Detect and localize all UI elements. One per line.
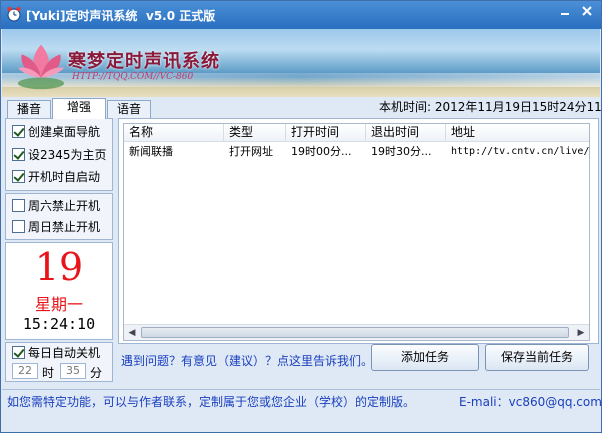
current-time-value: 2012年11月19日15时24分11秒 xyxy=(434,100,602,114)
option-set-homepage-label: 设2345为主页 xyxy=(28,148,107,162)
horizontal-scrollbar[interactable]: ◀ ▶ xyxy=(124,324,589,340)
scroll-right-icon[interactable]: ▶ xyxy=(573,325,589,340)
checkbox-set-homepage[interactable] xyxy=(12,148,25,161)
column-name[interactable]: 名称 xyxy=(124,124,224,142)
options-panel: 创建桌面导航 设2345为主页 开机时自启动 周六禁止开机 周日禁止开机 19 … xyxy=(5,118,113,385)
checkbox-desktop-nav[interactable] xyxy=(12,125,25,138)
column-address[interactable]: 地址 xyxy=(446,124,589,142)
close-button[interactable] xyxy=(576,4,598,22)
scroll-left-icon[interactable]: ◀ xyxy=(124,325,140,340)
column-exit-time[interactable]: 退出时间 xyxy=(366,124,446,142)
cell-address: http://tv.cntv.cn/live/ xyxy=(451,146,589,157)
alarm-clock-icon xyxy=(7,7,21,22)
feedback-link[interactable]: 遇到问题？有意见（建议）？点这里告诉我们。 xyxy=(121,352,373,369)
weekday: 星期一 xyxy=(34,295,83,314)
option-no-saturday[interactable]: 周六禁止开机 xyxy=(12,198,100,214)
option-set-homepage[interactable]: 设2345为主页 xyxy=(12,147,107,163)
close-icon xyxy=(582,6,592,16)
date-display: 19 星期一 15:24:10 xyxy=(5,242,113,340)
title-bar[interactable]: [Yuki]定时声讯系统 v5.0 正式版 xyxy=(1,1,601,29)
weekend-options-group: 周六禁止开机 周日禁止开机 xyxy=(5,193,113,240)
cell-name: 新闻联播 xyxy=(129,145,173,158)
checkbox-auto-shutdown[interactable] xyxy=(12,346,25,359)
current-time: 本机时间: 2012年11月19日15时24分11秒 xyxy=(379,98,602,115)
cell-type: 打开网址 xyxy=(229,145,273,158)
window-version: v5.0 正式版 xyxy=(146,9,216,23)
task-panel: 名称 类型 打开时间 退出时间 地址 新闻联播 打开网址 19时00分... 1… xyxy=(118,118,599,344)
tab-enhance[interactable]: 增强 xyxy=(52,98,106,119)
task-list-header: 名称 类型 打开时间 退出时间 地址 xyxy=(124,124,589,142)
window-title: [Yuki]定时声讯系统 xyxy=(26,9,138,23)
save-task-button[interactable]: 保存当前任务 xyxy=(485,344,589,371)
option-no-saturday-label: 周六禁止开机 xyxy=(28,199,101,213)
scroll-thumb[interactable] xyxy=(141,327,569,338)
banner: 寒梦定时声讯系统 HTTP://TQQ.COM//VC-860 xyxy=(2,29,600,97)
day-number: 19 xyxy=(34,245,84,289)
status-bar: 如您需特定功能，可以与作者联系，定制属于您或您企业（学校）的定制版。 E-mal… xyxy=(2,389,602,410)
banner-url: HTTP://TQQ.COM//VC-860 xyxy=(72,72,194,82)
tab-broadcast[interactable]: 播音 xyxy=(7,100,51,118)
shutdown-hour-unit: 时 xyxy=(42,366,55,380)
cell-open-time: 19时00分... xyxy=(291,145,352,158)
cell-exit-time: 19时30分... xyxy=(371,145,432,158)
minimize-icon xyxy=(561,13,569,15)
option-no-sunday[interactable]: 周日禁止开机 xyxy=(12,219,100,235)
column-open-time[interactable]: 打开时间 xyxy=(286,124,366,142)
tab-voice[interactable]: 语音 xyxy=(107,100,151,118)
shutdown-minute-unit: 分 xyxy=(90,366,103,380)
option-autostart-label: 开机时自启动 xyxy=(28,170,101,184)
task-list[interactable]: 名称 类型 打开时间 退出时间 地址 新闻联播 打开网址 19时00分... 1… xyxy=(123,123,590,341)
status-email[interactable]: E-mali：vc860@qq.com xyxy=(459,393,602,410)
shutdown-minute-input[interactable]: 35 xyxy=(60,363,86,379)
startup-options-group: 创建桌面导航 设2345为主页 开机时自启动 xyxy=(5,118,113,191)
status-custom-message: 如您需特定功能，可以与作者联系，定制属于您或您企业（学校）的定制版。 xyxy=(7,395,416,409)
checkbox-no-sunday[interactable] xyxy=(12,220,25,233)
table-row[interactable]: 新闻联播 打开网址 19时00分... 19时30分... http://tv.… xyxy=(124,144,589,160)
main-window: [Yuki]定时声讯系统 v5.0 正式版 寒梦定时声讯系统 HTTP://TQ… xyxy=(0,0,602,433)
auto-shutdown-group: 每日自动关机 22 时 35 分 xyxy=(5,342,113,382)
option-desktop-nav-label: 创建桌面导航 xyxy=(28,125,101,139)
option-no-sunday-label: 周日禁止开机 xyxy=(28,220,101,234)
banner-title: 寒梦定时声讯系统 xyxy=(68,51,220,72)
lotus-icon xyxy=(17,44,65,90)
shutdown-hour-input[interactable]: 22 xyxy=(12,363,38,379)
option-auto-shutdown[interactable]: 每日自动关机 xyxy=(12,345,100,361)
add-task-button[interactable]: 添加任务 xyxy=(371,344,479,371)
current-time-label: 本机时间: xyxy=(379,100,432,114)
option-autostart[interactable]: 开机时自启动 xyxy=(12,169,100,185)
option-auto-shutdown-label: 每日自动关机 xyxy=(28,346,101,360)
checkbox-autostart[interactable] xyxy=(12,170,25,183)
column-type[interactable]: 类型 xyxy=(224,124,286,142)
clock-time: 15:24:10 xyxy=(22,315,96,333)
option-desktop-nav[interactable]: 创建桌面导航 xyxy=(12,124,100,140)
checkbox-no-saturday[interactable] xyxy=(12,199,25,212)
minimize-button[interactable] xyxy=(554,4,576,22)
